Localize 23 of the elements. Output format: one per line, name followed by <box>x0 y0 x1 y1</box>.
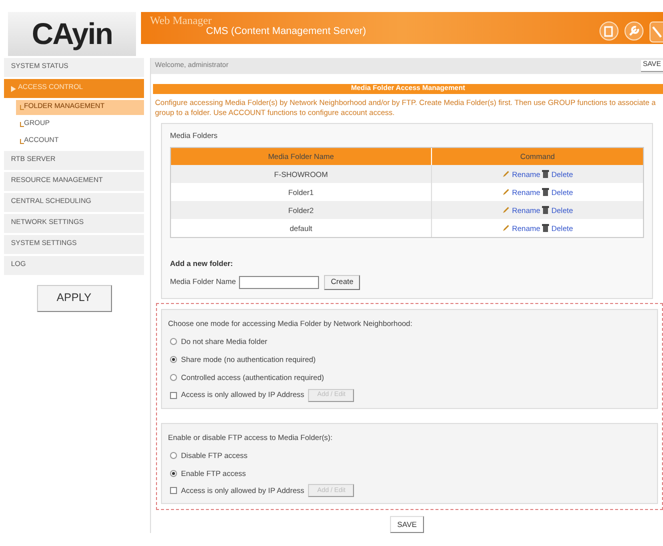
arrow-icon <box>11 86 16 92</box>
product-name: CMS (Content Management Server) <box>206 26 366 39</box>
tree-branch-icon <box>20 139 24 144</box>
radio-button[interactable] <box>170 470 177 478</box>
radio-button[interactable] <box>170 338 177 345</box>
trash-icon <box>542 224 550 232</box>
apply-button[interactable]: APPLY <box>36 285 112 312</box>
pencil-icon <box>502 206 510 214</box>
tree-branch-icon <box>20 122 24 127</box>
wrench-icon[interactable] <box>624 21 644 41</box>
pencil-icon <box>502 224 510 232</box>
pencil-icon <box>502 170 510 178</box>
trash-icon <box>542 206 550 214</box>
tree-branch-icon <box>20 105 24 110</box>
radio-button[interactable] <box>170 452 177 459</box>
app-name: Web Manager <box>150 14 212 27</box>
trash-icon <box>542 188 550 196</box>
trash-icon <box>542 170 550 178</box>
folder-name-input[interactable] <box>238 276 319 288</box>
radio-button[interactable] <box>170 356 177 364</box>
radio-button[interactable] <box>170 374 177 382</box>
logo-text: CAyin <box>32 16 112 52</box>
pencil-icon <box>502 188 510 196</box>
